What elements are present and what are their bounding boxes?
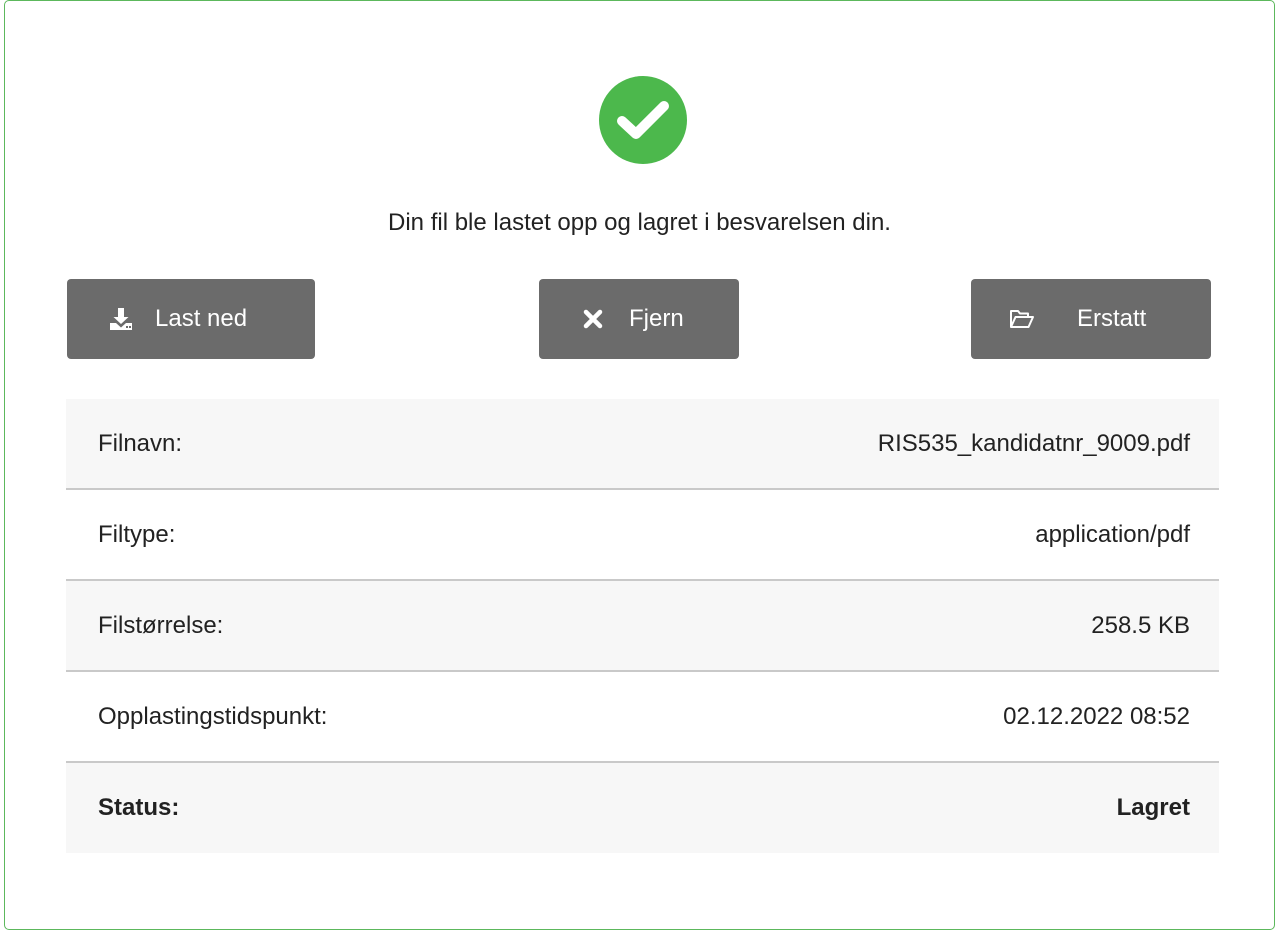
file-info-label: Filnavn: — [98, 429, 183, 457]
download-icon — [109, 307, 133, 331]
file-info-row-upload-time: Opplastingstidspunkt: 02.12.2022 08:52 — [66, 672, 1219, 763]
replace-button-label: Erstatt — [1077, 305, 1147, 332]
replace-button[interactable]: Erstatt — [971, 279, 1211, 359]
check-circle-icon — [599, 76, 687, 164]
file-info-row-filesize: Filstørrelse: 258.5 KB — [66, 581, 1219, 672]
file-info-value: RIS535_kandidatnr_9009.pdf — [877, 429, 1190, 457]
file-info-label: Opplastingstidspunkt: — [98, 702, 328, 730]
file-info-value: 02.12.2022 08:52 — [1003, 702, 1190, 730]
download-button-label: Last ned — [155, 305, 248, 332]
file-info-row-status: Status: Lagret — [66, 763, 1219, 853]
upload-success-message: Din fil ble lastet opp og lagret i besva… — [388, 209, 891, 236]
folder-open-icon — [1009, 308, 1035, 330]
times-icon — [583, 309, 603, 329]
file-info-value: 258.5 KB — [1091, 611, 1190, 639]
file-info-label: Filtype: — [98, 520, 176, 548]
status-label: Status: — [98, 794, 180, 821]
download-button[interactable]: Last ned — [67, 279, 315, 359]
remove-button-label: Fjern — [629, 305, 684, 332]
file-info-value: application/pdf — [1035, 520, 1190, 548]
file-info-table: Filnavn: RIS535_kandidatnr_9009.pdf Filt… — [66, 399, 1219, 853]
file-info-label: Filstørrelse: — [98, 611, 224, 639]
file-info-row-filetype: Filtype: application/pdf — [66, 490, 1219, 581]
remove-button[interactable]: Fjern — [539, 279, 739, 359]
file-info-row-filename: Filnavn: RIS535_kandidatnr_9009.pdf — [66, 399, 1219, 490]
status-value: Lagret — [1116, 794, 1190, 821]
